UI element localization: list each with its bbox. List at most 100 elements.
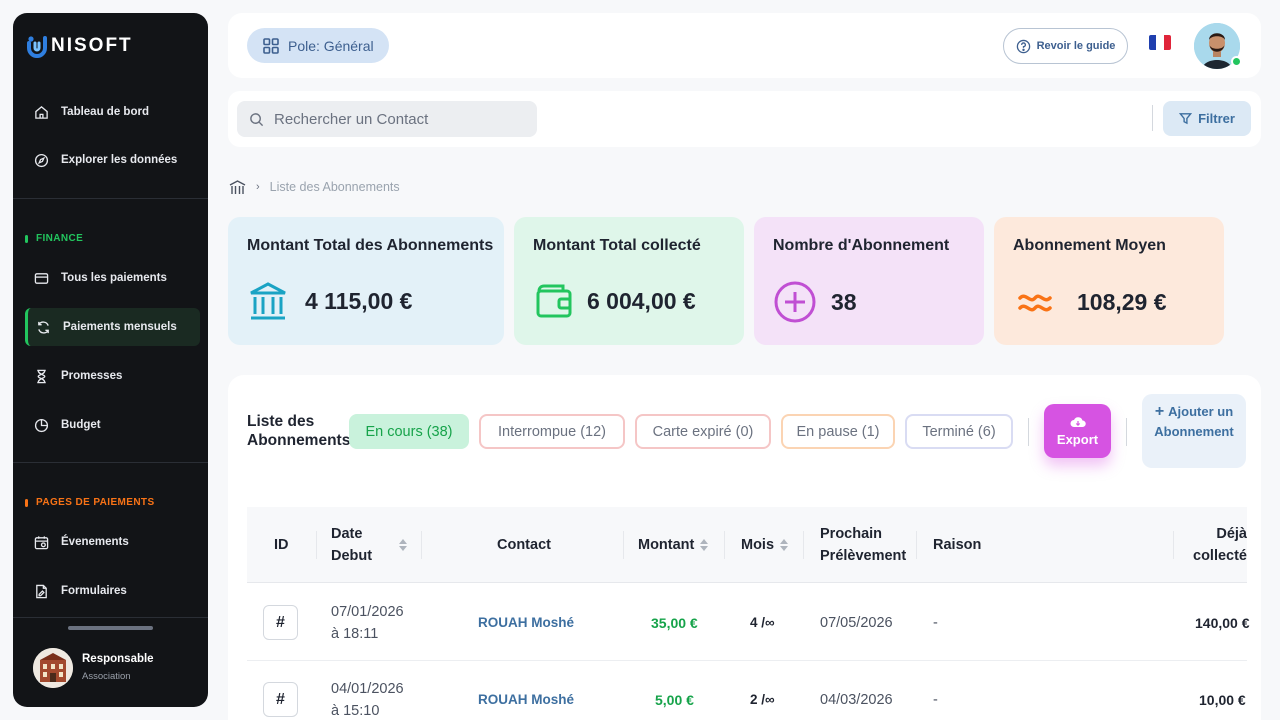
- column-id: ID: [274, 537, 289, 553]
- stat-card-total-collecte: Montant Total collecté 6 004,00 €: [514, 217, 744, 345]
- filter-chip-interrompue[interactable]: Interrompue (12): [479, 414, 625, 449]
- profile-panel[interactable]: Responsable Association: [13, 617, 208, 707]
- home-icon: [33, 104, 49, 120]
- row-collected: 140,00 €: [1195, 614, 1250, 631]
- table-row[interactable]: # 04/01/2026 à 15:10 ROUAH Moshé 5,00 € 2…: [247, 661, 1247, 720]
- sidebar-item-tableau-de-bord[interactable]: Tableau de bord: [25, 93, 200, 131]
- online-status-dot: [1231, 56, 1242, 67]
- sidebar-item-label: Tableau de bord: [61, 106, 149, 118]
- sidebar-item-formulaires[interactable]: Formulaires: [25, 572, 200, 610]
- approx-icon: [1013, 280, 1057, 324]
- plus-icon: +: [1154, 403, 1165, 420]
- column-contact: Contact: [497, 537, 551, 553]
- filter-chip-termine[interactable]: Terminé (6): [905, 414, 1013, 449]
- language-flag-icon[interactable]: [1149, 35, 1171, 50]
- export-button[interactable]: Export: [1044, 404, 1111, 458]
- pie-icon: [33, 417, 49, 433]
- pole-selector-button[interactable]: Pole: Général: [247, 28, 389, 63]
- divider: [1126, 418, 1127, 446]
- avatar: [33, 648, 73, 688]
- row-months: 2 /∞: [750, 692, 775, 707]
- section-label-finance: FINANCE: [25, 233, 83, 244]
- row-contact-link[interactable]: ROUAH Moshé: [478, 584, 574, 661]
- search-icon: [249, 112, 264, 127]
- row-id-button[interactable]: #: [263, 682, 298, 717]
- column-deja-collecte: Déjà collecté: [1193, 526, 1247, 564]
- stat-card-abonnement-moyen: Abonnement Moyen 108,29 €: [994, 217, 1224, 345]
- filter-chip-en-pause[interactable]: En pause (1): [781, 414, 895, 449]
- sort-icon: [780, 539, 789, 551]
- row-amount: 5,00 €: [655, 691, 694, 708]
- calendar-icon: [33, 534, 49, 550]
- sidebar-item-paiements-mensuels[interactable]: Paiements mensuels: [25, 308, 200, 346]
- export-label: Export: [1056, 431, 1099, 447]
- sidebar-item-label: Formulaires: [61, 585, 127, 597]
- subscriptions-panel: Liste des Abonnements En cours (38) Inte…: [228, 375, 1261, 720]
- compass-icon: [33, 152, 49, 168]
- stat-card-total-abonnements: Montant Total des Abonnements 4 115,00 €: [228, 217, 504, 345]
- cloud-download-icon: [1070, 416, 1086, 428]
- stat-value: 4 115,00 €: [305, 287, 413, 314]
- sidebar-item-tous-les-paiements[interactable]: Tous les paiements: [25, 259, 200, 297]
- stat-value: 108,29 €: [1077, 288, 1167, 315]
- sidebar-item-explorer[interactable]: Explorer les données: [25, 141, 200, 179]
- chevron-right-icon: ›: [256, 181, 260, 193]
- institution-icon[interactable]: [229, 179, 246, 195]
- filter-button[interactable]: Filtrer: [1163, 101, 1251, 136]
- add-subscription-button[interactable]: + Ajouter un Abonnement: [1142, 394, 1246, 468]
- profile-role: Association: [82, 671, 131, 682]
- bank-icon: [247, 280, 289, 322]
- search-field[interactable]: [237, 101, 537, 137]
- drag-handle[interactable]: [68, 626, 153, 630]
- card-icon: [33, 270, 49, 286]
- sort-icon: [700, 539, 709, 551]
- breadcrumb: › Liste des Abonnements: [229, 178, 400, 196]
- help-icon: [1016, 39, 1031, 54]
- breadcrumb-current: Liste des Abonnements: [269, 180, 400, 194]
- sidebar-item-label: Tous les paiements: [61, 272, 167, 284]
- stat-title: Montant Total des Abonnements: [247, 237, 494, 254]
- search-input[interactable]: [274, 110, 524, 128]
- divider: [1152, 105, 1153, 131]
- sidebar-item-budget[interactable]: Budget: [25, 406, 200, 444]
- search-bar: Filtrer: [228, 91, 1261, 147]
- table-header: ID Date Debut Contact Montant Mois Proch…: [247, 507, 1247, 583]
- column-mois[interactable]: Mois: [741, 507, 789, 583]
- sidebar-item-label: Évenements: [61, 536, 129, 548]
- wallet-icon: [533, 280, 575, 322]
- row-contact-link[interactable]: ROUAH Moshé: [478, 661, 574, 720]
- refresh-icon: [35, 319, 51, 335]
- column-date-debut[interactable]: Date Debut: [331, 507, 421, 583]
- sidebar-item-evenements[interactable]: Évenements: [25, 523, 200, 561]
- stat-value: 38: [831, 288, 857, 315]
- hourglass-icon: [33, 368, 49, 384]
- column-montant[interactable]: Montant: [638, 507, 709, 583]
- guide-button[interactable]: Revoir le guide: [1003, 28, 1128, 64]
- logo-text: NISOFT: [51, 35, 133, 56]
- stat-card-nombre-abonnement: Nombre d'Abonnement 38: [754, 217, 984, 345]
- top-bar: Pole: Général Revoir le guide: [228, 13, 1261, 78]
- divider: [1028, 418, 1029, 446]
- row-id-button[interactable]: #: [263, 605, 298, 640]
- stat-value: 6 004,00 €: [587, 287, 696, 314]
- divider: [13, 198, 208, 199]
- row-next-date: 07/05/2026: [820, 614, 893, 631]
- row-months: 4 /∞: [750, 615, 775, 630]
- table-row[interactable]: # 07/01/2026 à 18:11 ROUAH Moshé 35,00 € …: [247, 584, 1250, 661]
- filter-chip-en-cours[interactable]: En cours (38): [349, 414, 469, 449]
- row-reason: -: [933, 614, 938, 631]
- column-prochain-prelevement: Prochain Prélèvement: [820, 526, 907, 564]
- row-reason: -: [933, 691, 938, 708]
- guide-label: Revoir le guide: [1036, 40, 1116, 52]
- row-amount: 35,00 €: [651, 614, 698, 631]
- filter-chip-carte-expire[interactable]: Carte expiré (0): [635, 414, 771, 449]
- panel-title: Liste des Abonnements: [247, 413, 351, 449]
- grid-icon: [262, 37, 280, 55]
- plus-circle-icon: [773, 280, 817, 324]
- stat-title: Montant Total collecté: [533, 237, 701, 254]
- profile-name: Responsable: [82, 653, 154, 665]
- row-date: 04/01/2026 à 15:10: [331, 680, 404, 719]
- app-logo[interactable]: NISOFT: [25, 33, 133, 59]
- add-label: Ajouter un Abonnement: [1154, 404, 1234, 439]
- sidebar-item-promesses[interactable]: Promesses: [25, 357, 200, 395]
